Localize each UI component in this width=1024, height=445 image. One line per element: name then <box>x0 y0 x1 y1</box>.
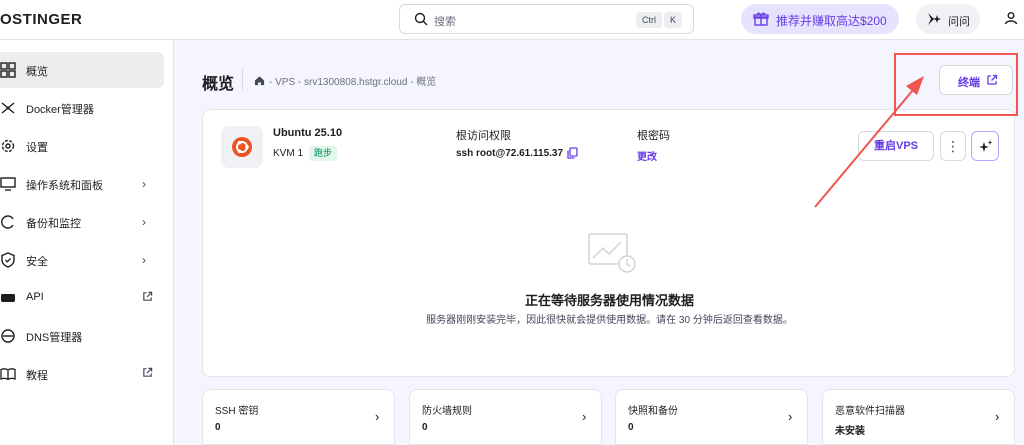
sparkle-icon <box>928 13 941 25</box>
sidebar-item-label: 操作系统和面板 <box>26 180 103 192</box>
search-icon <box>414 12 428 26</box>
root-access-label: 根访问权限 <box>456 130 511 142</box>
card-label: 恶意软件扫描器 <box>835 406 905 417</box>
sidebar-item-docker[interactable]: Docker管理器 <box>0 90 164 126</box>
sidebar-item-label: 概览 <box>26 66 48 78</box>
ubuntu-icon <box>232 137 252 157</box>
refresh-icon <box>1 215 14 229</box>
annotation-highlight-box <box>894 53 1018 116</box>
ask-ai-button[interactable]: 问问 <box>916 4 980 34</box>
restart-vps-button[interactable]: 重启VPS <box>858 131 934 161</box>
status-badge: 跑步 <box>309 146 338 161</box>
sidebar-item-settings[interactable]: 设置 <box>0 128 164 164</box>
shortcut-k-key: K <box>664 12 683 28</box>
sidebar: 概览 Docker管理器 设置 操作系统和面板 › 备份和监控 › 安全 › A… <box>0 40 174 445</box>
home-icon[interactable] <box>254 75 265 86</box>
ssh-command: ssh root@72.61.115.37 <box>456 148 564 159</box>
firewall-rules-card[interactable]: 防火墙规则 0 › <box>409 389 602 445</box>
book-icon <box>0 368 16 381</box>
sidebar-item-label: 设置 <box>26 142 48 154</box>
chevron-right-icon: › <box>375 409 380 424</box>
plan-name: KVM 1 <box>273 148 304 159</box>
copy-icon[interactable] <box>567 147 578 159</box>
chevron-right-icon: › <box>142 177 146 191</box>
sidebar-item-label: DNS管理器 <box>26 332 83 344</box>
sidebar-item-backup[interactable]: 备份和监控 › <box>0 204 164 240</box>
card-label: SSH 密钥 <box>215 406 259 417</box>
os-logo <box>221 126 263 168</box>
card-label: 防火墙规则 <box>422 406 472 417</box>
sparkle-icon <box>979 140 993 152</box>
empty-state-title: 正在等待服务器使用情况数据 <box>524 293 694 308</box>
card-value: 0 <box>215 422 221 433</box>
ask-ai-label: 问问 <box>948 16 970 28</box>
card-label: 快照和备份 <box>628 406 678 417</box>
sidebar-item-label: API <box>26 291 44 303</box>
malware-scanner-card[interactable]: 恶意软件扫描器 未安装 › <box>822 389 1015 445</box>
breadcrumb-text[interactable]: - VPS - srv1300808.hstgr.cloud - 概览 <box>269 77 436 88</box>
gear-icon <box>1 139 15 153</box>
sidebar-item-os-panel[interactable]: 操作系统和面板 › <box>0 166 164 202</box>
api-icon <box>1 294 15 302</box>
top-bar: OSTINGER 搜索 Ctrl K 推荐并赚取高达$200 问问 <box>0 0 1024 40</box>
chevron-right-icon: › <box>142 253 146 267</box>
sidebar-item-tutorials[interactable]: 教程 <box>0 356 164 392</box>
divider <box>242 68 243 90</box>
card-value: 未安装 <box>835 426 865 437</box>
shield-icon <box>1 252 15 268</box>
ssh-keys-card[interactable]: SSH 密钥 0 › <box>202 389 395 445</box>
referral-label: 推荐并赚取高达$200 <box>776 14 887 28</box>
snapshots-backups-card[interactable]: 快照和备份 0 › <box>615 389 808 445</box>
sidebar-item-label: 安全 <box>26 256 48 268</box>
card-value: 0 <box>422 422 428 433</box>
sidebar-item-security[interactable]: 安全 › <box>0 242 164 278</box>
sidebar-item-overview[interactable]: 概览 <box>0 52 164 88</box>
os-name: Ubuntu 25.10 <box>273 127 343 139</box>
chart-placeholder-icon <box>588 233 636 273</box>
empty-state-description: 服务器刚刚安装完毕，因此很快就会提供使用数据。请在 30 分钟后返回查看数据。 <box>426 315 793 326</box>
card-value: 0 <box>628 422 634 433</box>
sidebar-item-dns[interactable]: DNS管理器 <box>0 318 164 354</box>
search-placeholder: 搜索 <box>434 16 456 28</box>
gift-icon <box>753 12 769 26</box>
sidebar-item-label: Docker管理器 <box>26 104 94 116</box>
user-icon[interactable] <box>1004 11 1018 25</box>
sidebar-item-label: 备份和监控 <box>26 218 81 230</box>
referral-button[interactable]: 推荐并赚取高达$200 <box>741 4 899 34</box>
sidebar-item-label: 教程 <box>26 370 48 382</box>
external-link-icon <box>143 291 153 301</box>
ai-assistant-button[interactable] <box>971 131 999 161</box>
monitor-icon <box>0 177 16 191</box>
more-options-button[interactable]: ⋮ <box>940 131 966 161</box>
dashboard-icon <box>0 62 16 78</box>
change-password-link[interactable]: 更改 <box>637 148 657 163</box>
shortcut-ctrl-key: Ctrl <box>636 12 662 28</box>
sidebar-item-api[interactable]: API <box>0 280 164 316</box>
chevron-right-icon: › <box>995 409 1000 424</box>
chevron-right-icon: › <box>142 215 146 229</box>
page-title: 概览 <box>202 76 235 93</box>
dns-icon <box>1 329 15 343</box>
brand-logo[interactable]: OSTINGER <box>0 11 82 28</box>
external-link-icon <box>143 367 153 377</box>
breadcrumb: - VPS - srv1300808.hstgr.cloud - 概览 <box>254 73 436 88</box>
server-overview-card: Ubuntu 25.10 KVM 1 跑步 根访问权限 ssh root@72.… <box>202 109 1015 377</box>
root-password-label: 根密码 <box>637 130 670 142</box>
search-input[interactable]: 搜索 Ctrl K <box>399 4 694 34</box>
chevron-right-icon: › <box>582 409 587 424</box>
docker-icon <box>1 102 15 114</box>
chevron-right-icon: › <box>788 409 793 424</box>
